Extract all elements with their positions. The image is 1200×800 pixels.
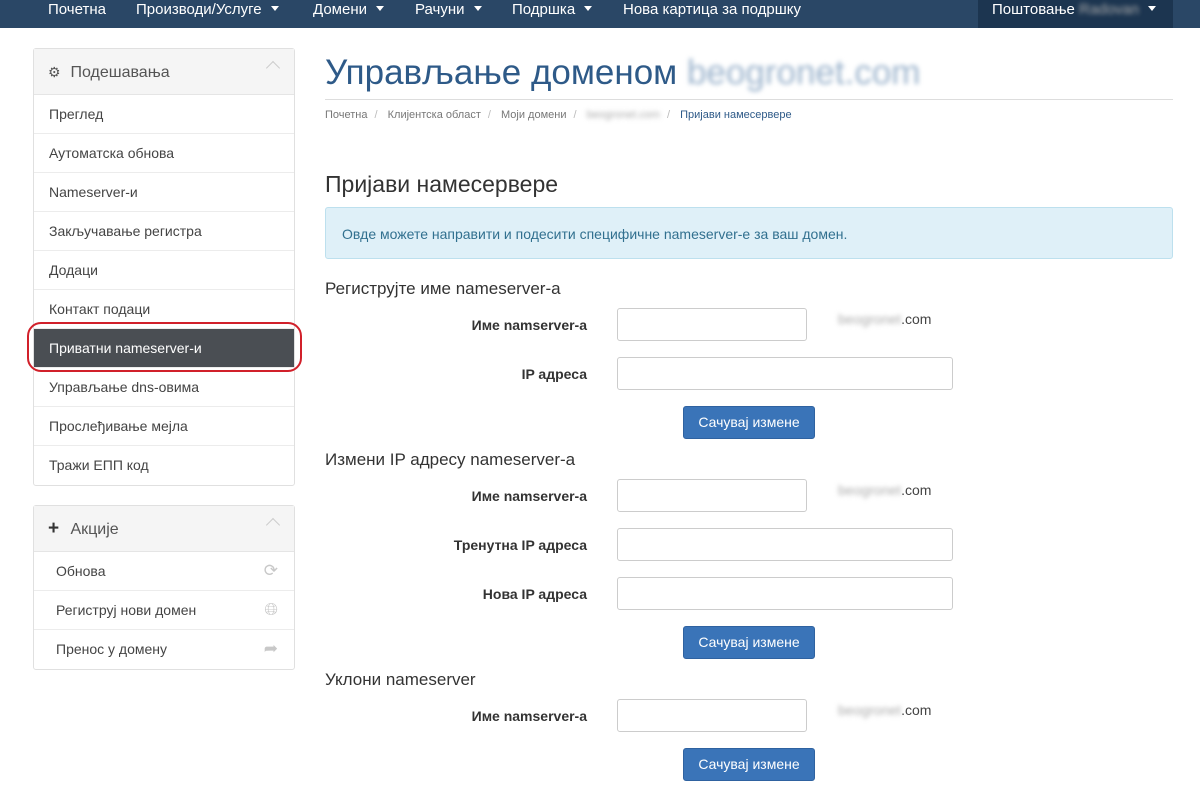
info-alert: Овде можете направити и подесити специфи…: [325, 207, 1173, 259]
sidebar-item-addons[interactable]: Додаци: [34, 251, 294, 290]
refresh-icon: ⟳: [263, 561, 278, 580]
breadcrumb-domain[interactable]: beogronet.com: [587, 109, 660, 121]
remove-nameserver-heading: Уклони nameserver: [325, 670, 476, 689]
nav-domains[interactable]: Домени: [313, 0, 384, 28]
sidebar-item-auto-renew[interactable]: Аутоматска обнова: [34, 134, 294, 173]
modify-name-label: Име namserver-а: [471, 488, 587, 504]
remove-name-label: Име namserver-а: [471, 708, 587, 724]
sidebar-item-dns-management[interactable]: Управљање dns-овима: [34, 368, 294, 407]
gear-icon: ⚙: [48, 64, 61, 80]
user-name: Radovan: [1079, 1, 1140, 18]
section-title: Пријави намесервере: [325, 171, 559, 197]
actions-panel: + Акције Обнова ⟳ Региструј нови домен 🌐…: [33, 505, 295, 670]
globe-icon: 🌐︎: [264, 600, 278, 619]
highlight-annotation: [27, 322, 302, 372]
sidebar-item-nameservers[interactable]: Nameserver-и: [34, 173, 294, 212]
caret-down-icon: [473, 6, 482, 11]
title-divider: [325, 99, 1173, 100]
action-register-domain[interactable]: Региструј нови домен 🌐︎: [34, 591, 294, 630]
share-arrow-icon: ➦: [263, 639, 278, 658]
breadcrumb: Почетна / Клијентска област / Моји домени /…: [325, 109, 792, 121]
domain-suffix: beogronet.com: [838, 311, 932, 327]
chevron-up-icon[interactable]: [265, 517, 281, 533]
remove-save-button[interactable]: Сачувај измене: [683, 748, 815, 781]
caret-down-icon: [270, 6, 279, 11]
action-transfer-domain[interactable]: Пренос у домену ➦: [34, 630, 294, 669]
remove-name-input[interactable]: [617, 699, 807, 732]
sidebar-item-epp-code[interactable]: Тражи ЕПП код: [34, 446, 294, 485]
new-ip-input[interactable]: [617, 577, 953, 610]
breadcrumb-home[interactable]: Почетна: [325, 109, 368, 121]
sidebar-item-overview[interactable]: Преглед: [34, 95, 294, 134]
sidebar-item-registrar-lock[interactable]: Закључавање регистра: [34, 212, 294, 251]
register-name-input[interactable]: [617, 308, 807, 341]
modify-save-button[interactable]: Сачувај измене: [683, 626, 815, 659]
modify-ip-heading: Измени IP адресу nameserver-а: [325, 450, 576, 469]
breadcrumb-my-domains[interactable]: Моји домени: [501, 109, 566, 121]
domain-suffix: beogronet.com: [838, 482, 932, 498]
register-ip-label: IP адреса: [521, 366, 587, 382]
top-navbar: Почетна Производи/Услуге Домени Рачуни П…: [0, 0, 1200, 28]
breadcrumb-client-area[interactable]: Клијентска област: [388, 109, 481, 121]
modify-name-input[interactable]: [617, 479, 807, 512]
current-ip-label: Тренутна IP адреса: [453, 537, 587, 553]
new-ip-label: Нова IP адреса: [482, 586, 587, 602]
nav-new-ticket[interactable]: Нова картица за подршку: [623, 0, 801, 28]
user-menu[interactable]: Поштовање Radovan: [978, 0, 1173, 28]
nav-home[interactable]: Почетна: [48, 0, 106, 28]
breadcrumb-current: Пријави намесервере: [680, 109, 792, 121]
caret-down-icon: [1148, 6, 1157, 11]
settings-panel: ⚙ Подешавања Преглед Аутоматска обнова N…: [33, 48, 295, 486]
sidebar-item-email-forwarding[interactable]: Прослеђивање мејла: [34, 407, 294, 446]
caret-down-icon: [376, 6, 384, 11]
nav-products-services[interactable]: Производи/Услуге: [136, 0, 279, 28]
actions-panel-header[interactable]: + Акције: [34, 506, 294, 552]
current-ip-input[interactable]: [617, 528, 953, 561]
nav-invoices[interactable]: Рачуни: [415, 0, 482, 28]
register-name-label: Име namserver-а: [471, 317, 587, 333]
nav-support[interactable]: Подршка: [512, 0, 593, 28]
domain-name: beogronet.com: [686, 53, 921, 92]
settings-panel-header[interactable]: ⚙ Подешавања: [34, 49, 294, 95]
register-nameserver-heading: Региструјте име nameserver-а: [325, 279, 561, 298]
chevron-up-icon[interactable]: [265, 60, 281, 76]
register-save-button[interactable]: Сачувај измене: [683, 406, 815, 439]
action-renew[interactable]: Обнова ⟳: [34, 552, 294, 591]
register-ip-input[interactable]: [617, 357, 953, 390]
domain-suffix: beogronet.com: [838, 702, 932, 718]
caret-down-icon: [584, 6, 593, 11]
page-title: Управљање доменом beogronet.com: [325, 53, 921, 92]
plus-icon: +: [48, 518, 60, 539]
